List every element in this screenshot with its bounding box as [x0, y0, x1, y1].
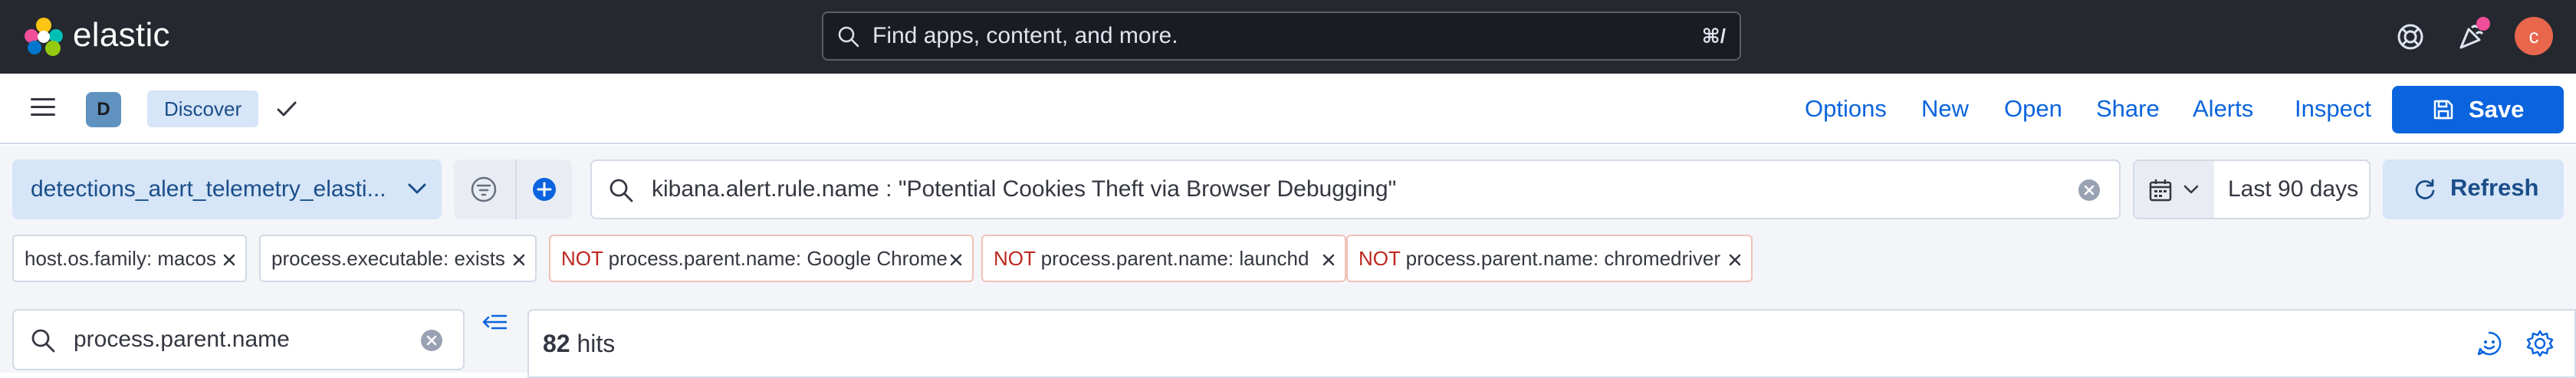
check-icon	[274, 97, 299, 121]
filter-negation: NOT	[1359, 247, 1406, 270]
inspect-link[interactable]: Inspect	[2295, 95, 2371, 123]
query-bar: detections_alert_telemetry_elasti... kib…	[0, 146, 2576, 296]
app-nav-bar: D Discover Options New Open Share Alerts…	[0, 74, 2576, 144]
save-icon	[2432, 98, 2455, 121]
close-icon[interactable]	[949, 253, 963, 267]
filter-pill[interactable]: NOT process.parent.name: launchd	[981, 235, 1346, 282]
query-input[interactable]: kibana.alert.rule.name : "Potential Cook…	[590, 159, 2121, 219]
brand-name[interactable]: elastic	[73, 15, 170, 55]
hits-counter: 82 hits	[543, 329, 615, 358]
add-filter-icon[interactable]	[530, 175, 559, 204]
refresh-button[interactable]: Refresh	[2383, 159, 2564, 219]
save-button[interactable]: Save	[2392, 86, 2564, 133]
field-search[interactable]	[12, 309, 465, 370]
global-search-input[interactable]	[872, 13, 1639, 59]
filter-pill[interactable]: process.executable: exists	[259, 235, 537, 282]
filter-pill-label: process.parent.name: Google Chrome	[608, 247, 948, 270]
collapse-icon[interactable]	[481, 313, 509, 334]
field-search-input[interactable]	[74, 311, 411, 369]
filter-pill[interactable]: NOT process.parent.name: chromedriver	[1346, 235, 1753, 282]
divider	[515, 159, 517, 219]
data-view-picker[interactable]: detections_alert_telemetry_elasti...	[12, 159, 442, 219]
filter-menu-icon[interactable]	[469, 175, 498, 204]
menu-icon[interactable]	[29, 95, 57, 120]
clear-icon[interactable]	[420, 329, 443, 352]
clear-icon[interactable]	[2078, 179, 2101, 202]
help-icon[interactable]	[2392, 18, 2429, 55]
ai-assistant-icon[interactable]	[2475, 329, 2504, 358]
space-avatar[interactable]: D	[86, 92, 121, 127]
filter-pill-label: host.os.family: macos	[25, 247, 216, 270]
search-icon	[29, 327, 57, 354]
search-shortcut-hint: ⌘/	[1701, 25, 1726, 48]
date-range-label[interactable]: Last 90 days	[2228, 176, 2358, 203]
results-panel: 82 hits	[527, 309, 2576, 378]
date-picker: Last 90 days	[2133, 159, 2371, 219]
filter-pill[interactable]: host.os.family: macos	[12, 235, 247, 282]
close-icon[interactable]	[222, 253, 236, 267]
global-search[interactable]: ⌘/	[822, 12, 1741, 61]
chevron-down-icon	[2182, 182, 2200, 196]
options-link[interactable]: Options	[1805, 95, 1887, 123]
discover-body: 82 hits	[0, 296, 2576, 378]
quick-date-menu[interactable]	[2134, 161, 2214, 218]
calendar-icon	[2148, 178, 2173, 202]
close-icon[interactable]	[1728, 253, 1742, 267]
search-icon	[607, 176, 635, 204]
filter-pill[interactable]: NOT process.parent.name: Google Chrome	[549, 235, 974, 282]
open-link[interactable]: Open	[2004, 95, 2062, 123]
filter-pill-label: process.parent.name: launchd	[1040, 247, 1309, 270]
avatar[interactable]: c	[2515, 17, 2553, 55]
new-link[interactable]: New	[1921, 95, 1969, 123]
notification-dot	[2476, 17, 2490, 31]
close-icon[interactable]	[512, 253, 526, 267]
elastic-logo-icon[interactable]	[23, 17, 64, 57]
data-view-label: detections_alert_telemetry_elasti...	[31, 176, 386, 202]
gear-icon[interactable]	[2525, 329, 2555, 358]
filter-controls	[454, 159, 572, 219]
save-button-label: Save	[2469, 96, 2525, 123]
alerts-link[interactable]: Alerts	[2193, 95, 2253, 123]
search-icon	[837, 25, 860, 48]
chevron-down-icon	[406, 181, 428, 196]
filter-negation: NOT	[994, 247, 1041, 270]
close-icon[interactable]	[1322, 253, 1336, 267]
share-link[interactable]: Share	[2096, 95, 2160, 123]
filter-pill-label: process.executable: exists	[271, 247, 505, 270]
query-text[interactable]: kibana.alert.rule.name : "Potential Cook…	[652, 176, 1396, 203]
hits-count: 82	[543, 330, 570, 357]
refresh-button-label: Refresh	[2450, 174, 2539, 201]
filter-negation: NOT	[561, 247, 609, 270]
refresh-icon	[2413, 178, 2436, 201]
hits-label: hits	[570, 330, 616, 357]
filter-pill-label: process.parent.name: chromedriver	[1405, 247, 1721, 270]
breadcrumb[interactable]: Discover	[147, 90, 259, 127]
top-header: elastic ⌘/ c	[0, 0, 2576, 74]
